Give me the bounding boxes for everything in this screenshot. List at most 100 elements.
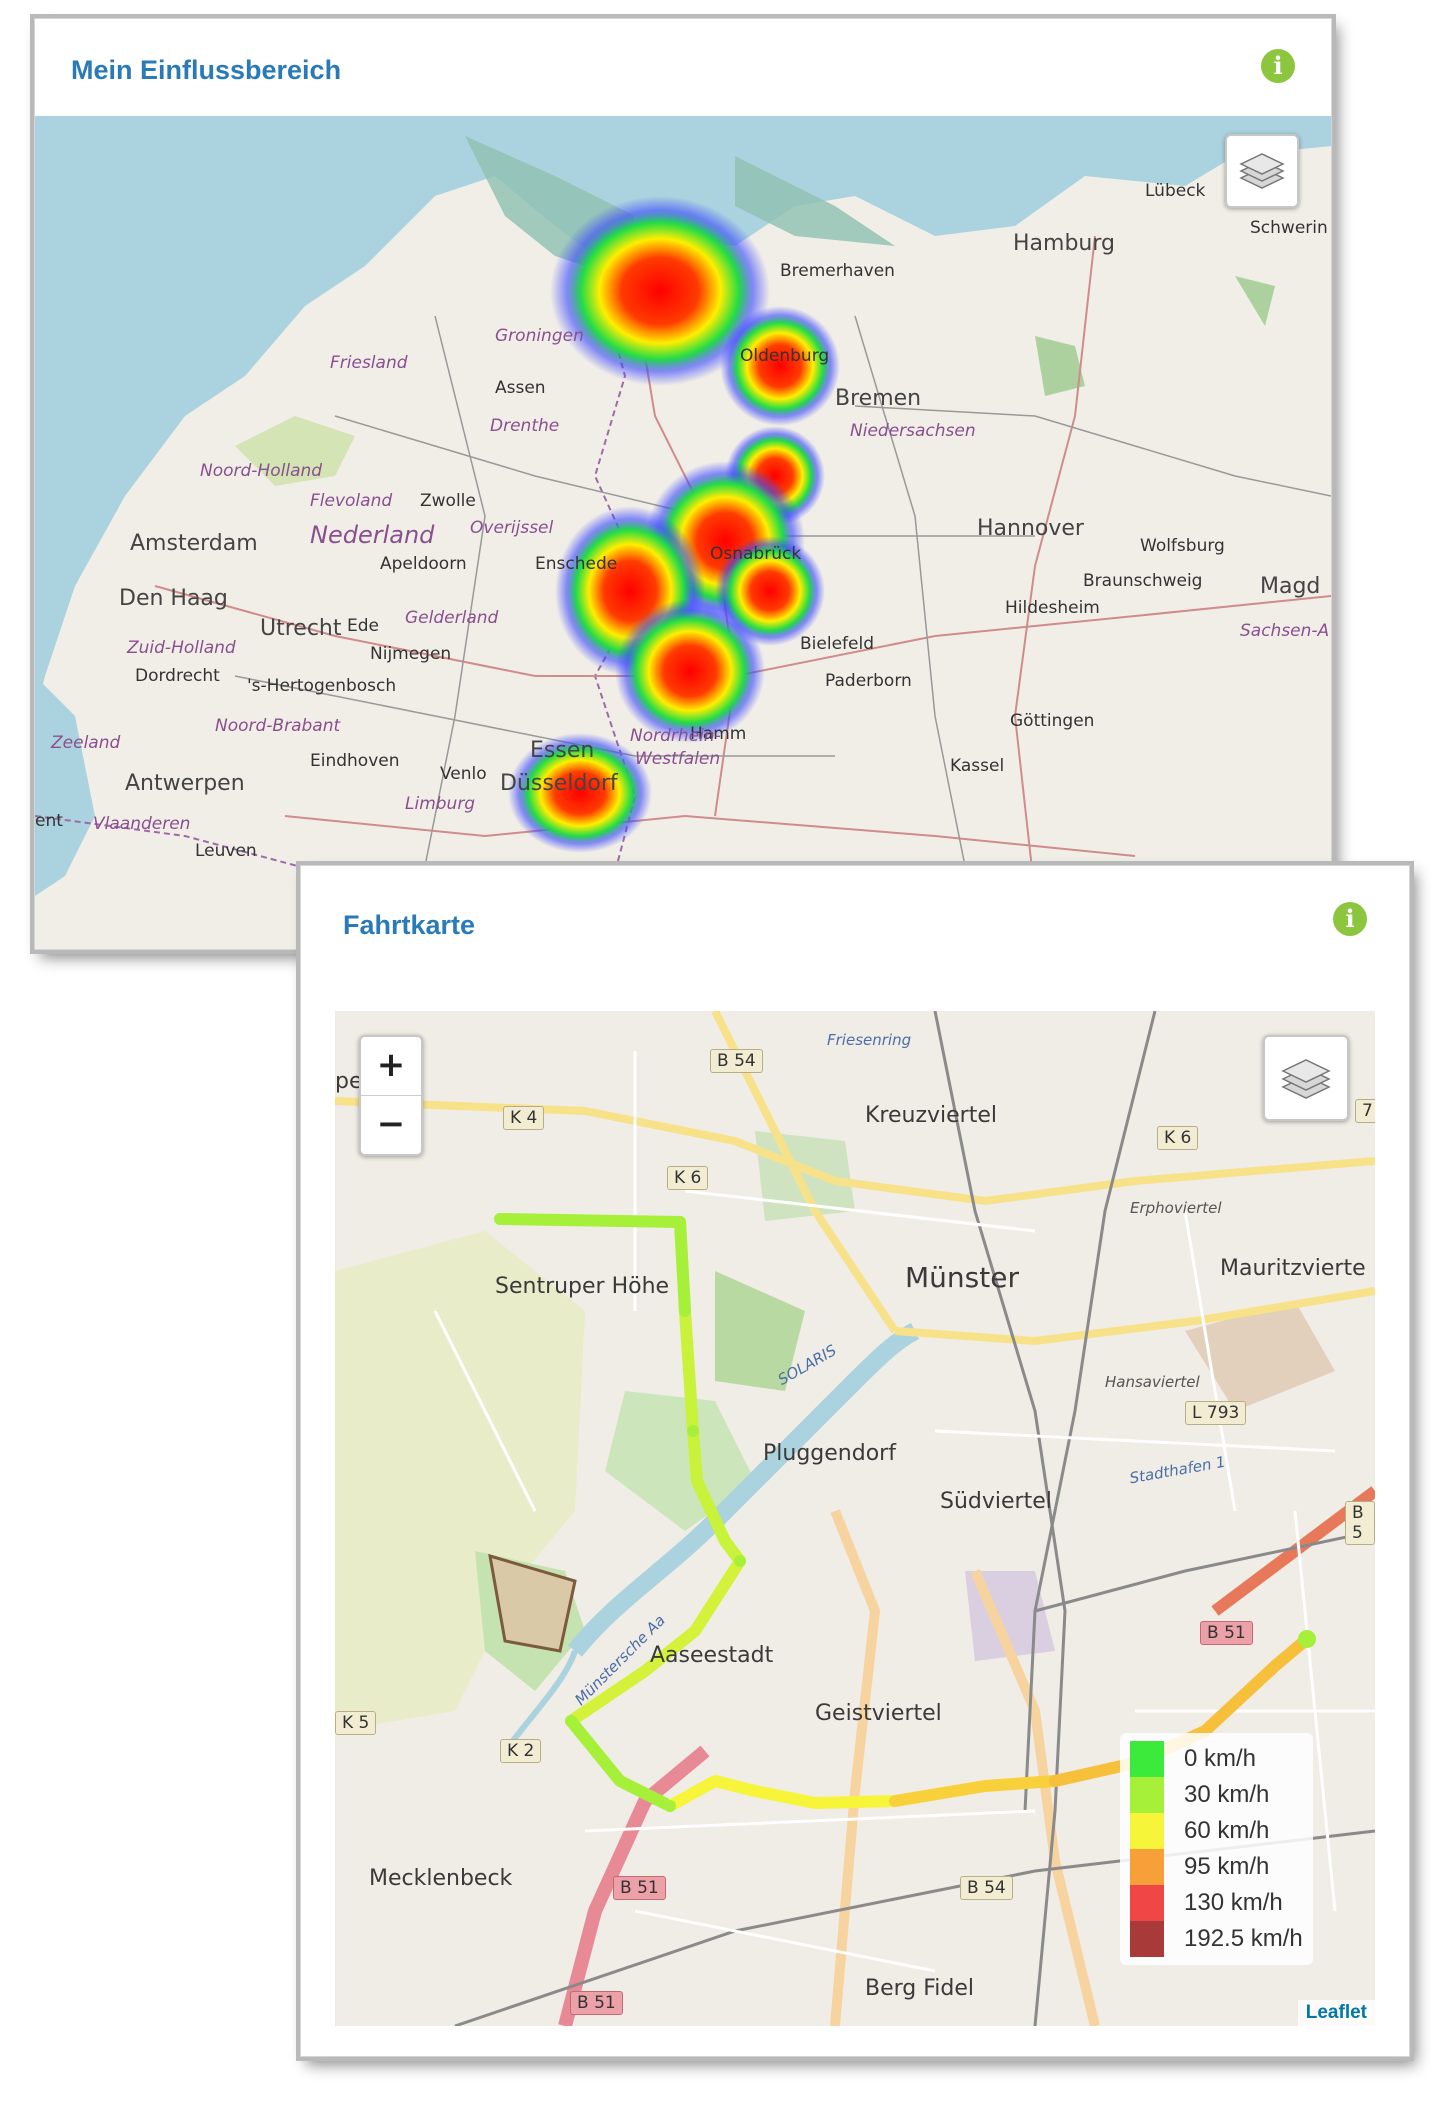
layers-icon: [1281, 1059, 1331, 1099]
legend-row: 30 km/h: [1130, 1777, 1303, 1813]
map-label: Noord-Holland: [200, 461, 323, 481]
legend-swatch: [1130, 1849, 1164, 1885]
map-label: Groningen: [495, 326, 584, 346]
map-label: Bremen: [835, 386, 922, 411]
map-label: Hannover: [977, 516, 1084, 541]
map-label: Südviertel: [940, 1489, 1052, 1514]
map-label: Friesenring: [827, 1031, 912, 1049]
zoom-in-button[interactable]: +: [361, 1037, 421, 1095]
legend-label: 0 km/h: [1184, 1745, 1257, 1772]
map-label: Sachsen-A: [1240, 621, 1330, 641]
map-label: Hamburg: [1013, 231, 1115, 256]
map-label: Den Haag: [119, 586, 228, 611]
map-label: Antwerpen: [125, 771, 245, 796]
map-label: Zwolle: [420, 491, 476, 511]
map-label: Kassel: [950, 756, 1005, 776]
road-shield: B 54: [960, 1876, 1013, 1900]
legend-swatch: [1130, 1885, 1164, 1921]
road-shield: K 5: [335, 1711, 377, 1735]
map-label: Sentruper Höhe: [495, 1274, 670, 1299]
map-label: Eindhoven: [310, 751, 400, 771]
legend-swatch: [1130, 1813, 1164, 1849]
zoom-out-button[interactable]: −: [361, 1095, 421, 1154]
influence-panel-title: Mein Einflussbereich: [71, 55, 342, 85]
map-label: Essen: [530, 738, 595, 763]
legend-swatch: [1130, 1777, 1164, 1813]
legend-label: 95 km/h: [1184, 1853, 1270, 1880]
legend-row: 130 km/h: [1130, 1885, 1303, 1921]
road-shield: K 6: [667, 1166, 709, 1190]
map-label: Drenthe: [490, 416, 560, 436]
zoom-control: + −: [359, 1035, 423, 1156]
layers-button[interactable]: [1225, 134, 1299, 208]
map-label: Amsterdam: [130, 531, 258, 556]
map-label: Leuven: [195, 841, 257, 861]
legend-row: 0 km/h: [1130, 1741, 1303, 1777]
map-label: Oldenburg: [740, 346, 830, 366]
legend-swatch: [1130, 1741, 1164, 1777]
layers-icon: [1239, 153, 1285, 189]
map-label: Schwerin: [1250, 218, 1328, 238]
heatmap-map[interactable]: Lübeck Schwerin Hamburg Bremerhaven Gron…: [35, 116, 1331, 949]
map-label: Apeldoorn: [380, 554, 467, 574]
map-label: Overijssel: [470, 518, 554, 538]
map-label: Lübeck: [1145, 181, 1206, 201]
map-label: ent: [35, 811, 63, 831]
road-shield: K 4: [503, 1106, 545, 1130]
map-label: Zeeland: [51, 733, 121, 753]
map-label: Wolfsburg: [1140, 536, 1225, 556]
info-icon[interactable]: i: [1261, 49, 1295, 83]
road-shield: B 51: [1200, 1621, 1253, 1645]
map-label: Flevoland: [310, 491, 393, 511]
map-label: Dordrecht: [135, 666, 220, 686]
map-label: Mecklenbeck: [369, 1866, 513, 1891]
map-label: Hildesheim: [1005, 598, 1100, 618]
legend-label: 30 km/h: [1184, 1781, 1270, 1808]
map-label: Nordrhein-: [630, 726, 721, 746]
map-label: Limburg: [405, 794, 476, 814]
layers-button[interactable]: [1263, 1035, 1349, 1121]
map-label: Utrecht: [260, 616, 342, 641]
map-label: Braunschweig: [1083, 571, 1203, 591]
map-label: Westfalen: [635, 749, 721, 769]
map-label: Ede: [347, 616, 379, 636]
map-label: Niedersachsen: [850, 421, 976, 441]
map-label: Bielefeld: [800, 634, 874, 654]
road-shield: B 51: [570, 1991, 623, 2015]
map-label: Mauritzvierte: [1220, 1256, 1366, 1281]
legend-row: 60 km/h: [1130, 1813, 1303, 1849]
map-label: Gelderland: [405, 608, 499, 628]
legend-label: 130 km/h: [1184, 1889, 1283, 1916]
map-label: Hansaviertel: [1105, 1373, 1200, 1391]
road-shield: K 6: [1157, 1126, 1199, 1150]
info-icon[interactable]: i: [1333, 902, 1367, 936]
map-label: Kreuzviertel: [865, 1103, 997, 1128]
map-label: Magd: [1260, 574, 1321, 599]
route-map[interactable]: Friesenring Kreuzviertel Sentruper Höhe …: [335, 1011, 1375, 2026]
map-label: Enschede: [535, 554, 618, 574]
map-label: Pluggendorf: [763, 1441, 896, 1466]
map-label: Bremerhaven: [780, 261, 895, 281]
map-label: Geistviertel: [815, 1701, 942, 1726]
map-label: Vlaanderen: [93, 814, 191, 834]
legend-label: 60 km/h: [1184, 1817, 1270, 1844]
road-shield: L 793: [1185, 1401, 1247, 1425]
map-label: Zuid-Holland: [127, 638, 236, 658]
route-panel-title: Fahrtkarte: [343, 910, 476, 940]
road-shield: B 51: [613, 1876, 666, 1900]
leaflet-attribution-link[interactable]: Leaflet: [1297, 2000, 1375, 2026]
road-shield: B 54: [710, 1049, 763, 1073]
legend-row: 95 km/h: [1130, 1849, 1303, 1885]
influence-panel: Mein Einflussbereich i Lübeck Schwerin H…: [34, 18, 1332, 950]
map-label: Friesland: [330, 353, 408, 373]
road-shield: B 5: [1345, 1501, 1375, 1545]
map-label: Münster: [905, 1261, 1019, 1294]
speed-legend: 0 km/h 30 km/h 60 km/h 95 km/h 130 km/h …: [1120, 1733, 1313, 1965]
map-label: Düsseldorf: [500, 771, 618, 796]
map-label: Venlo: [440, 764, 487, 784]
map-label: Assen: [495, 378, 546, 398]
legend-label: 192.5 km/h: [1184, 1925, 1303, 1952]
road-shield: K 2: [500, 1739, 542, 1763]
map-label: Nederland: [310, 521, 435, 549]
legend-swatch: [1130, 1921, 1164, 1957]
